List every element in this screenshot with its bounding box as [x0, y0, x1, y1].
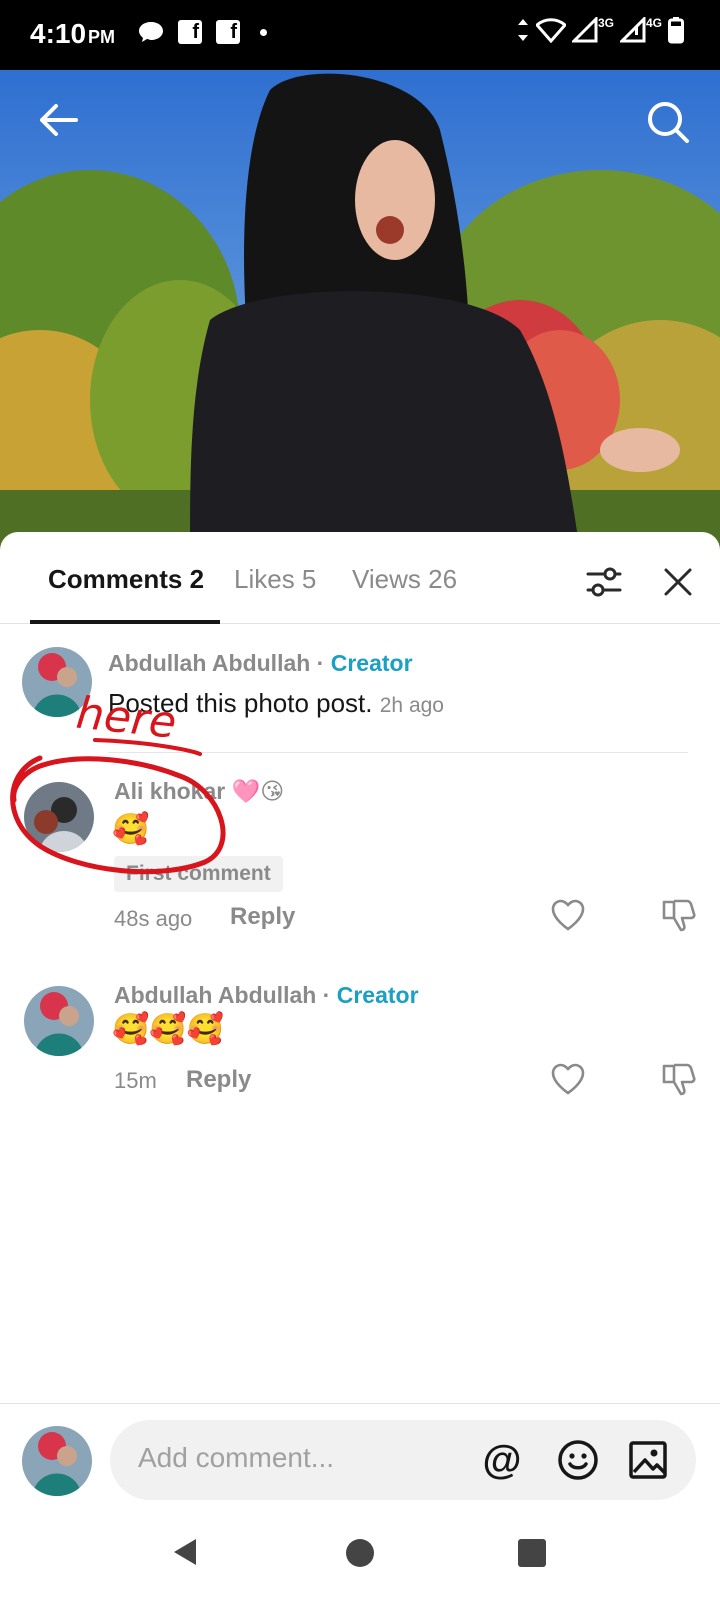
more-notifications-icon: [260, 28, 267, 36]
creator-badge: Creator: [330, 650, 413, 676]
dislike-icon[interactable]: [660, 896, 698, 934]
avatar[interactable]: [22, 647, 92, 717]
signal-icon: [619, 17, 646, 43]
signal-icon: [571, 17, 598, 43]
battery-icon: [668, 17, 684, 44]
status-bar: 4:10 PM f f 3G 4G: [0, 0, 720, 70]
facebook-icon: f: [178, 20, 202, 44]
avatar: [22, 1426, 92, 1496]
like-heart-icon[interactable]: [550, 898, 586, 932]
facebook-icon: f: [216, 20, 240, 44]
filter-icon[interactable]: [584, 562, 624, 602]
emoji-icon[interactable]: [556, 1438, 600, 1482]
post-time: 2h ago: [379, 694, 444, 717]
comment-input-bar: Add comment... @: [0, 1403, 720, 1515]
creator-badge: Creator: [336, 982, 419, 1008]
system-icons: 3G 4G: [516, 16, 684, 44]
notification-icons: f f: [138, 20, 267, 44]
system-nav-bar: [0, 1515, 720, 1600]
comment-input[interactable]: Add comment... @: [110, 1420, 696, 1500]
reply-button[interactable]: Reply: [186, 1066, 251, 1094]
comment-input-placeholder: Add comment...: [138, 1442, 335, 1473]
comment-text: 🥰: [112, 813, 150, 846]
comment-time: 48s ago: [114, 906, 193, 931]
avatar[interactable]: [24, 986, 94, 1056]
network-type-label: 3G: [597, 16, 614, 30]
tab-bar: Comments 2 Likes 5 Views 26: [0, 532, 720, 624]
mention-icon[interactable]: @: [480, 1438, 524, 1482]
comment-author[interactable]: Ali khokar 🩷😘: [114, 778, 284, 805]
avatar[interactable]: [24, 782, 94, 852]
post-author[interactable]: Abdullah Abdullah · Creator: [108, 650, 413, 677]
wifi-icon: [535, 18, 566, 43]
comment-author[interactable]: Abdullah Abdullah · Creator: [114, 982, 419, 1009]
dislike-icon[interactable]: [660, 1060, 698, 1098]
like-heart-icon[interactable]: [550, 1062, 586, 1096]
nav-home-icon[interactable]: [346, 1539, 374, 1567]
nav-back-icon[interactable]: [172, 1537, 198, 1567]
tab-views[interactable]: Views 26: [352, 564, 457, 595]
post-description: Posted this photo post. 2h ago: [108, 688, 444, 718]
comment-text: 🥰🥰🥰: [112, 1013, 225, 1046]
close-icon[interactable]: [660, 564, 696, 600]
image-icon[interactable]: [626, 1438, 670, 1482]
first-comment-badge: First comment: [114, 856, 283, 892]
tab-likes[interactable]: Likes 5: [234, 564, 316, 595]
nav-recents-icon[interactable]: [518, 1539, 546, 1567]
divider: [108, 752, 688, 753]
reply-button[interactable]: Reply: [230, 903, 295, 931]
network-type-label: 4G: [645, 16, 662, 30]
back-arrow-icon[interactable]: [36, 98, 80, 142]
message-icon: [139, 22, 163, 42]
status-time: 4:10 PM: [30, 18, 116, 49]
search-icon[interactable]: [644, 98, 692, 146]
tab-comments[interactable]: Comments 2: [48, 564, 204, 595]
data-arrows-icon: [517, 19, 528, 41]
active-tab-indicator: [30, 620, 220, 624]
post-photo[interactable]: [0, 70, 720, 550]
comment-time: 15m: [114, 1068, 157, 1093]
